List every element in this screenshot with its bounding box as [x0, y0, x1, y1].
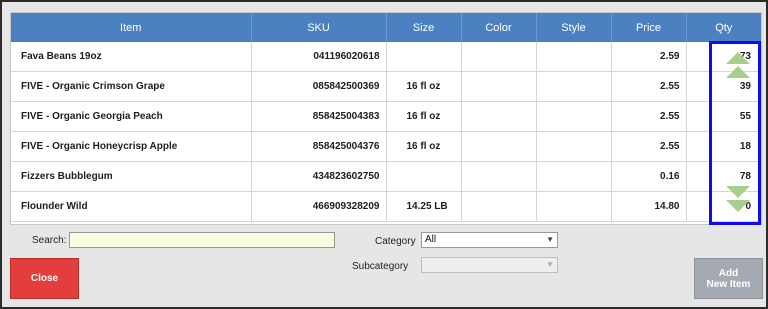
cell-price: 0.16: [611, 161, 687, 192]
table-row[interactable]: FIVE - Organic Honeycrisp Apple 85842500…: [11, 131, 761, 162]
item-lookup-window: Item SKU Size Color Style Price Qty Fava…: [0, 0, 768, 309]
cell-style: [536, 42, 612, 72]
cell-color: [461, 161, 537, 192]
table-row[interactable]: Fava Beans 19oz 041196020618 2.59 73: [11, 42, 761, 72]
cell-price: 14.80: [611, 191, 687, 222]
add-button-label-line2: New Item: [706, 278, 751, 290]
cell-size: 14.25 LB: [386, 191, 462, 222]
cell-size: 16 fl oz: [386, 131, 462, 162]
table-row[interactable]: Flounder Wild 466909328209 14.25 LB 14.8…: [11, 191, 761, 222]
items-grid: Item SKU Size Color Style Price Qty Fava…: [10, 12, 762, 225]
subcategory-label: Subcategory: [352, 261, 409, 272]
cell-sku: 434823602750: [251, 161, 387, 192]
category-select[interactable]: All ▼: [421, 232, 558, 248]
cell-qty: 18: [686, 131, 761, 162]
cell-item: Fizzers Bubblegum: [11, 161, 252, 192]
cell-sku: 466909328209: [251, 191, 387, 222]
cell-price: 2.55: [611, 101, 687, 132]
cell-price: 2.55: [611, 71, 687, 102]
cell-sku: 858425004376: [251, 131, 387, 162]
cell-size: 16 fl oz: [386, 101, 462, 132]
cell-item: Flounder Wild: [11, 191, 252, 222]
chevron-down-icon: ▼: [546, 260, 554, 269]
column-header-size[interactable]: Size: [386, 13, 462, 42]
cell-price: 2.55: [611, 131, 687, 162]
cell-color: [461, 71, 537, 102]
cell-color: [461, 42, 537, 72]
cell-item: FIVE - Organic Crimson Grape: [11, 71, 252, 102]
category-select-value: All: [425, 234, 437, 245]
close-button[interactable]: Close: [10, 258, 79, 299]
table-row[interactable]: FIVE - Organic Crimson Grape 08584250036…: [11, 71, 761, 102]
close-button-label: Close: [30, 273, 59, 284]
cell-style: [536, 71, 612, 102]
category-label: Category: [375, 236, 416, 247]
search-label: Search:: [32, 235, 67, 246]
add-button-label-line1: Add: [718, 267, 739, 279]
column-header-price[interactable]: Price: [611, 13, 687, 42]
chevron-up-icon: [726, 52, 750, 64]
chevron-down-icon: [726, 186, 750, 198]
search-input[interactable]: [69, 232, 335, 248]
add-new-item-button[interactable]: Add New Item: [694, 258, 763, 299]
items-table: Item SKU Size Color Style Price Qty Fava…: [11, 13, 761, 222]
chevron-down-icon: ▼: [546, 235, 554, 244]
cell-size: 16 fl oz: [386, 71, 462, 102]
table-header-row: Item SKU Size Color Style Price Qty: [11, 13, 761, 42]
cell-qty: 55: [686, 101, 761, 132]
cell-sku: 858425004383: [251, 101, 387, 132]
column-header-qty[interactable]: Qty: [686, 13, 761, 42]
cell-color: [461, 131, 537, 162]
cell-sku: 041196020618: [251, 42, 387, 72]
column-header-sku[interactable]: SKU: [251, 13, 387, 42]
table-row[interactable]: Fizzers Bubblegum 434823602750 0.16 78: [11, 161, 761, 192]
cell-price: 2.59: [611, 42, 687, 72]
cell-color: [461, 101, 537, 132]
chevron-down-icon: [726, 200, 750, 212]
cell-style: [536, 191, 612, 222]
cell-item: FIVE - Organic Honeycrisp Apple: [11, 131, 252, 162]
cell-sku: 085842500369: [251, 71, 387, 102]
subcategory-select[interactable]: ▼: [421, 257, 558, 273]
cell-item: FIVE - Organic Georgia Peach: [11, 101, 252, 132]
chevron-up-icon: [726, 66, 750, 78]
cell-color: [461, 191, 537, 222]
cell-size: [386, 42, 462, 72]
cell-style: [536, 161, 612, 192]
column-header-item[interactable]: Item: [11, 13, 252, 42]
cell-style: [536, 101, 612, 132]
column-header-style[interactable]: Style: [536, 13, 612, 42]
cell-style: [536, 131, 612, 162]
cell-size: [386, 161, 462, 192]
column-header-color[interactable]: Color: [461, 13, 537, 42]
table-row[interactable]: FIVE - Organic Georgia Peach 85842500438…: [11, 101, 761, 132]
cell-item: Fava Beans 19oz: [11, 42, 252, 72]
